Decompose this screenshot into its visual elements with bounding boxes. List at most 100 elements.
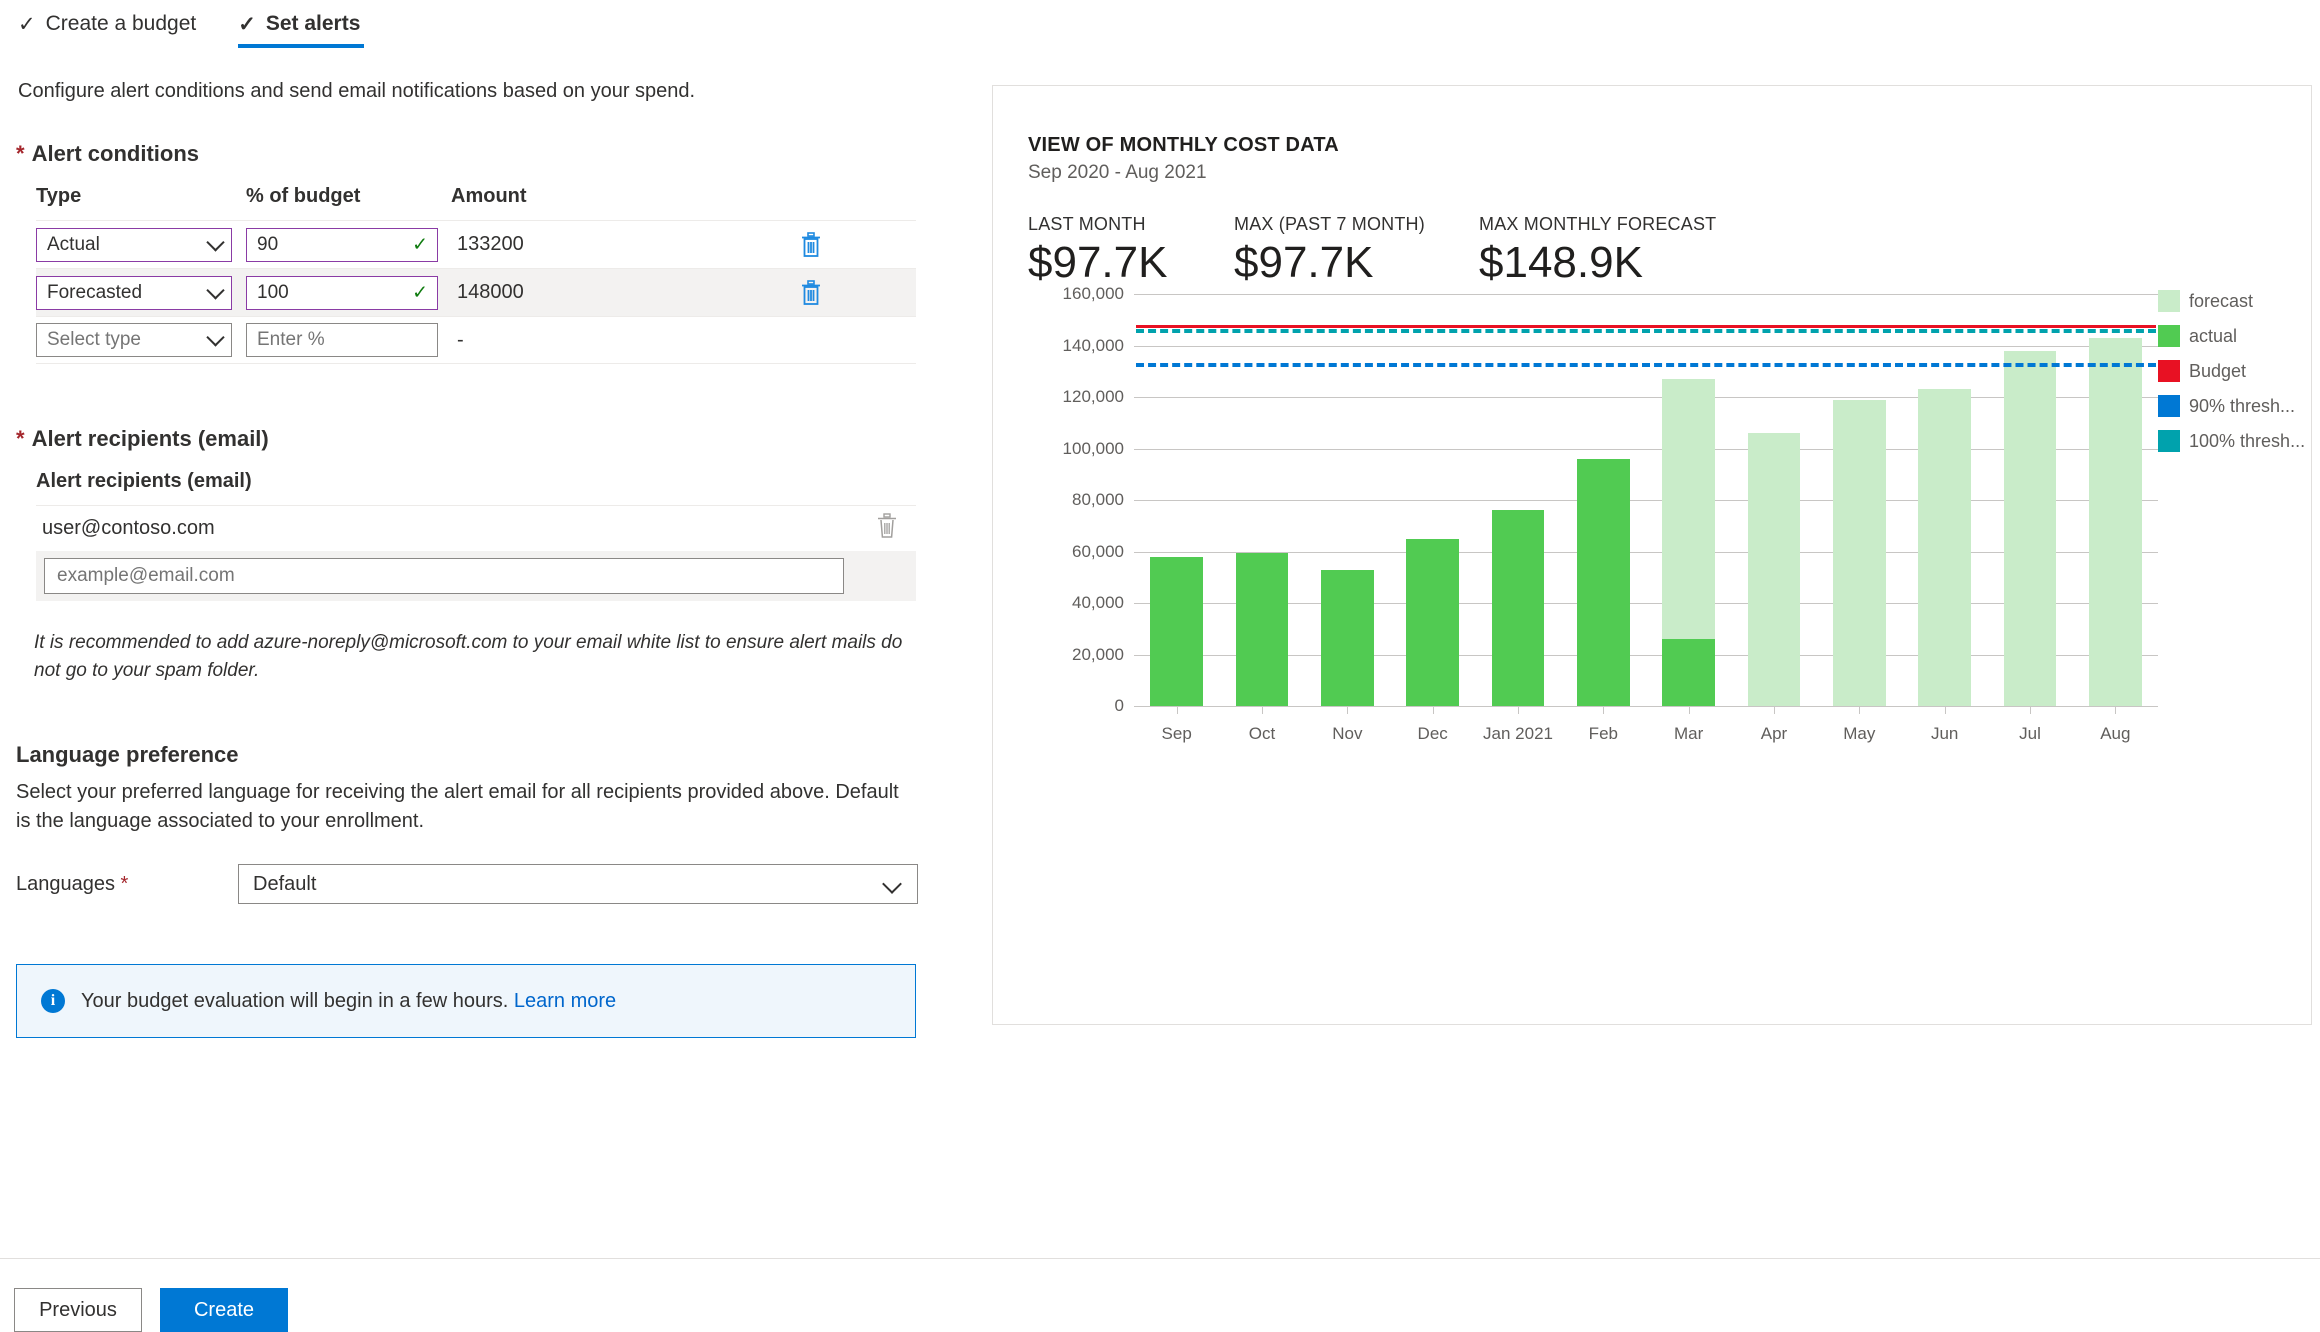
budget-alerts-page: ✓ Create a budget ✓ Set alerts Configure… — [0, 0, 2320, 1332]
new-recipient-row: example@email.com — [36, 551, 916, 601]
trash-icon — [802, 231, 820, 257]
column-header-percent: % of budget — [246, 185, 361, 207]
y-axis-tick-label: 40,000 — [1072, 593, 1124, 612]
chart-subtitle: Sep 2020 - Aug 2021 — [1028, 162, 1207, 183]
bar-nov[interactable] — [1320, 569, 1374, 706]
x-axis-tick-label: Dec — [1417, 724, 1448, 743]
bar-aug[interactable] — [2088, 337, 2142, 706]
forecast-segment — [1662, 379, 1716, 640]
y-axis-tick-label: 80,000 — [1072, 490, 1124, 509]
actual-segment — [1235, 552, 1289, 706]
y-axis-tick-label: 100,000 — [1062, 438, 1124, 458]
wizard-tabs: ✓ Create a budget ✓ Set alerts — [14, 6, 365, 48]
x-axis-tick-label: Jul — [2019, 724, 2041, 743]
reference-line-100-threshold — [1136, 328, 2156, 333]
previous-button[interactable]: Previous — [14, 1288, 142, 1332]
languages-selected-value: Default — [253, 872, 317, 895]
legend-swatch — [2158, 395, 2180, 417]
chart-bars — [1134, 286, 2158, 726]
table-header-row: Type % of budget Amount — [36, 185, 916, 220]
forecast-segment — [2088, 337, 2142, 706]
chevron-down-icon — [206, 280, 225, 300]
valid-check-icon: ✓ — [412, 234, 428, 255]
x-axis-tick-mark — [1518, 706, 1519, 714]
kpi-max-monthly-forecast: MAX MONTHLY FORECAST $148.9K — [1479, 214, 1779, 285]
kpi-value: $97.7K — [1028, 238, 1168, 287]
kpi-row: LAST MONTH $97.7K MAX (PAST 7 MONTH) $97… — [1028, 214, 1779, 285]
percent-of-budget-input[interactable]: 100 ✓ — [246, 275, 438, 310]
x-axis-tick-label: Jun — [1930, 724, 1959, 743]
bar-sep[interactable] — [1150, 556, 1204, 706]
tab-create-a-budget[interactable]: ✓ Create a budget — [14, 6, 200, 48]
languages-select[interactable]: Default — [238, 864, 918, 905]
create-button[interactable]: Create — [160, 1288, 288, 1332]
alert-type-select[interactable]: Forecasted — [36, 275, 232, 310]
percent-of-budget-input[interactable]: Enter % — [246, 323, 438, 357]
bar-may[interactable] — [1832, 399, 1886, 706]
alert-type-value: Forecasted — [47, 281, 143, 303]
legend-item[interactable]: actual — [2158, 325, 2278, 347]
chevron-down-icon — [206, 232, 225, 252]
chart-title: VIEW OF MONTHLY COST DATA — [1028, 134, 1339, 156]
legend-label: 90% thresh... — [2189, 395, 2296, 416]
reference-line-budget — [1136, 324, 2156, 328]
x-axis-tick-mark — [1688, 706, 1690, 714]
required-marker: * — [120, 872, 129, 895]
y-axis-tick-label: 140,000 — [1062, 335, 1124, 355]
legend-swatch — [2158, 360, 2180, 382]
table-row: Forecasted 100 ✓ 148000 — [36, 268, 916, 316]
chevron-down-icon — [882, 874, 902, 894]
column-header-recipients: Alert recipients (email) — [36, 470, 252, 492]
forecast-segment — [1747, 433, 1801, 706]
bar-feb[interactable] — [1576, 458, 1630, 706]
new-recipient-input[interactable]: example@email.com — [44, 558, 844, 594]
learn-more-link[interactable]: Learn more — [514, 990, 616, 1012]
bar-dec[interactable] — [1406, 538, 1460, 706]
alert-type-select[interactable]: Select type — [36, 323, 232, 357]
amount-value: - — [457, 328, 464, 351]
legend-swatch — [2158, 430, 2180, 452]
actual-segment — [1406, 538, 1460, 706]
required-marker: * — [16, 426, 25, 451]
percent-of-budget-input[interactable]: 90 ✓ — [246, 227, 438, 262]
legend-item[interactable]: forecast — [2158, 290, 2278, 312]
bar-oct[interactable] — [1235, 552, 1289, 706]
column-header-amount: Amount — [451, 185, 527, 207]
bar-jan-2021[interactable] — [1491, 510, 1545, 706]
footer-divider — [0, 1258, 2320, 1259]
y-axis-tick-label: 120,000 — [1062, 387, 1124, 406]
type-cell: Actual — [36, 227, 246, 262]
bar-jul[interactable] — [2003, 350, 2057, 706]
delete-condition-button[interactable] — [751, 231, 871, 258]
required-marker: * — [16, 141, 25, 166]
legend-item[interactable]: 100% thresh... — [2158, 430, 2305, 452]
alert-recipients-table: Alert recipients (email) user@contoso.co… — [36, 470, 916, 601]
chart-legend: forecast actual Budget 90% thresh... 100% th… — [2158, 290, 2305, 465]
footer-actions: Previous Create — [14, 1288, 288, 1332]
languages-field-row: Languages * Default — [16, 864, 926, 905]
bar-jun[interactable] — [1918, 389, 1972, 706]
bar-apr[interactable] — [1747, 433, 1801, 706]
languages-label: Languages * — [16, 873, 238, 896]
alert-type-select[interactable]: Actual — [36, 227, 232, 262]
actual-segment — [1150, 556, 1204, 706]
actual-segment — [1320, 569, 1374, 706]
delete-condition-button[interactable] — [751, 279, 871, 306]
percent-cell: 100 ✓ — [246, 275, 451, 310]
x-axis-tick-label: Apr — [1760, 724, 1788, 743]
legend-item[interactable]: Budget — [2158, 360, 2278, 382]
percent-placeholder: Enter % — [257, 329, 325, 350]
actual-segment — [1662, 639, 1716, 706]
alert-conditions-heading: * Alert conditions — [16, 141, 926, 167]
page-intro-text: Configure alert conditions and send emai… — [18, 80, 696, 102]
forecast-segment — [1832, 399, 1886, 706]
legend-item[interactable]: 90% thresh... — [2158, 395, 2295, 417]
monthly-cost-chart: 0 20,000 40,000 60,000 80,000 100,000 120,000 1… — [1028, 284, 2306, 743]
percent-value: 90 — [257, 233, 279, 255]
tab-set-alerts[interactable]: ✓ Set alerts — [234, 6, 365, 48]
alert-conditions-table: Type % of budget Amount Actual 90 ✓ 1332… — [36, 185, 916, 364]
language-preference-section: Language preference Select your preferre… — [16, 742, 926, 905]
x-axis-tick-label: Jan 2021 — [1483, 724, 1553, 743]
delete-recipient-button[interactable] — [876, 513, 898, 544]
bar-mar[interactable] — [1662, 379, 1716, 706]
